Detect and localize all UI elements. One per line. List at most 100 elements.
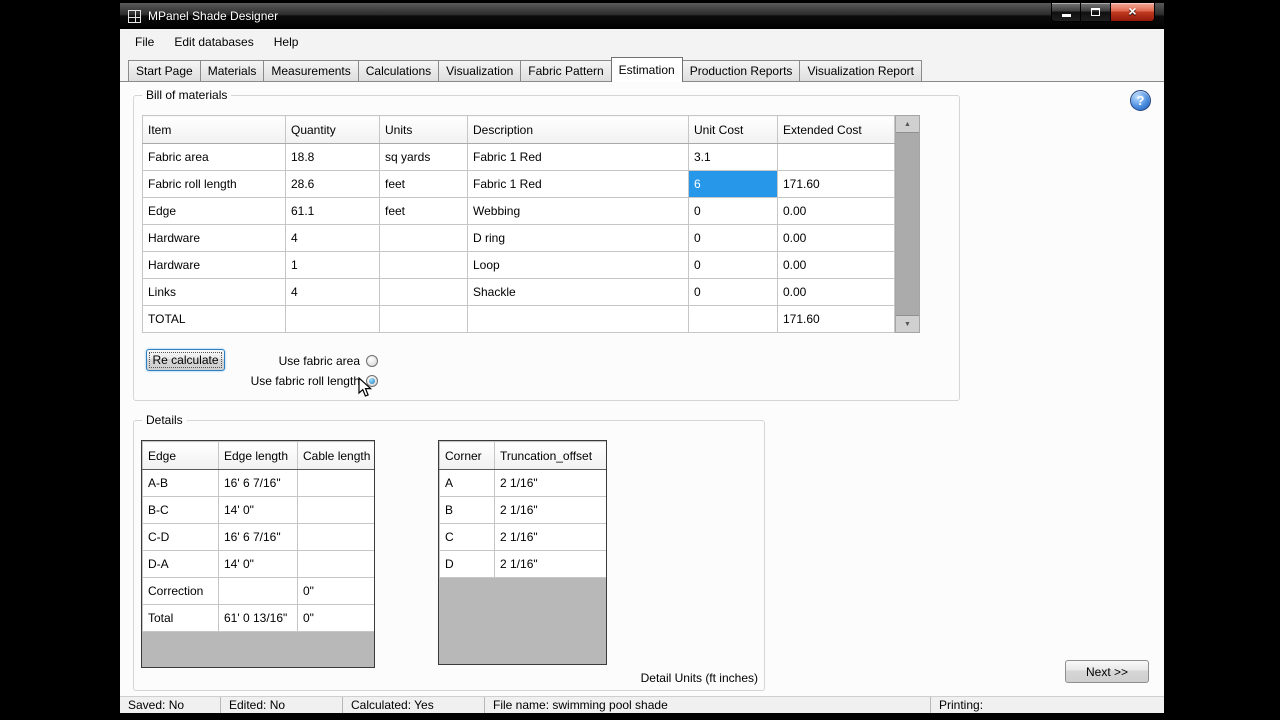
column-header: Units — [379, 115, 468, 144]
column-header: Unit Cost — [688, 115, 778, 144]
use-fabric-area-option[interactable]: Use fabric area — [230, 351, 378, 371]
grid-cell[interactable]: 18.8 — [285, 143, 380, 171]
grid-cell[interactable]: 0 — [688, 278, 778, 306]
grid-cell[interactable]: sq yards — [379, 143, 468, 171]
grid-cell[interactable]: Fabric area — [142, 143, 286, 171]
grid-cell[interactable]: Edge — [142, 197, 286, 225]
details-group: Details Edge Edge length Cable length A-B 1… — [133, 413, 765, 691]
question-icon: ? — [1136, 93, 1145, 108]
grid-cell: C-D — [142, 523, 219, 551]
grid-cell[interactable] — [467, 305, 689, 333]
use-fabric-roll-length-option[interactable]: Use fabric roll length — [230, 371, 378, 391]
grid-cell[interactable]: Fabric 1 Red — [467, 143, 689, 171]
scroll-up-icon[interactable]: ▲ — [896, 116, 919, 132]
grid-cell[interactable]: 0.00 — [777, 251, 895, 279]
scroll-down-icon[interactable]: ▼ — [896, 316, 919, 332]
next-button[interactable]: Next >> — [1065, 660, 1149, 683]
grid-cell[interactable]: 4 — [285, 278, 380, 306]
tab-fabric-pattern[interactable]: Fabric Pattern — [520, 60, 612, 81]
menu-edit-databases[interactable]: Edit databases — [164, 29, 263, 55]
grid-cell[interactable]: TOTAL — [142, 305, 286, 333]
grid-cell[interactable]: Hardware — [142, 251, 286, 279]
table-row: A-B 16' 6 7/16" — [142, 469, 374, 497]
grid-cell[interactable]: D ring — [467, 224, 689, 252]
edge-table: Edge Edge length Cable length A-B 16' 6 7/1… — [142, 441, 374, 632]
menu-help[interactable]: Help — [264, 29, 309, 55]
status-printing: Printing: — [930, 697, 1164, 713]
grid-cell[interactable]: Shackle — [467, 278, 689, 306]
grid-cell[interactable] — [379, 305, 468, 333]
grid-cell: 16' 6 7/16" — [218, 469, 298, 497]
tab-strip: Start Page Materials Measurements Calculati… — [120, 55, 1164, 82]
grid-cell: D — [439, 550, 495, 578]
grid-cell: B — [439, 496, 495, 524]
help-button[interactable]: ? — [1130, 90, 1151, 111]
tab-visualization-report[interactable]: Visualization Report — [799, 60, 922, 81]
grid-cell[interactable]: 0 — [688, 197, 778, 225]
grid-cell: 0" — [297, 577, 374, 605]
tab-production-reports[interactable]: Production Reports — [681, 60, 801, 81]
grid-cell: 61' 0 13/16" — [218, 604, 298, 632]
tab-measurements[interactable]: Measurements — [263, 60, 359, 81]
minimize-icon — [1061, 14, 1071, 17]
grid-cell[interactable] — [285, 305, 380, 333]
grid-cell[interactable]: feet — [379, 170, 468, 198]
grid-cell[interactable]: Webbing — [467, 197, 689, 225]
grid-cell[interactable] — [379, 251, 468, 279]
tab-materials[interactable]: Materials — [199, 60, 265, 81]
column-header: Corner — [439, 441, 495, 470]
table-row: Edge 61.1 feet Webbing 0 0.00 — [142, 197, 895, 225]
use-fabric-area-radio[interactable] — [366, 355, 378, 367]
calculation-mode-radios: Use fabric area Use fabric roll length — [230, 351, 378, 391]
table-row: Links 4 Shackle 0 0.00 — [142, 278, 895, 306]
grid-cell[interactable]: Links — [142, 278, 286, 306]
maximize-button[interactable] — [1081, 3, 1110, 22]
grid-cell[interactable]: 6 — [688, 170, 778, 198]
tab-start-page[interactable]: Start Page — [128, 60, 201, 81]
tab-estimation[interactable]: Estimation — [610, 57, 683, 82]
grid-cell: 14' 0" — [218, 496, 298, 524]
grid-cell[interactable] — [777, 143, 895, 171]
column-header: Extended Cost — [777, 115, 895, 144]
close-icon: × — [1128, 3, 1137, 19]
grid-cell[interactable]: 0.00 — [777, 224, 895, 252]
grid-cell[interactable]: 3.1 — [688, 143, 778, 171]
grid-cell[interactable]: feet — [379, 197, 468, 225]
grid-cell — [297, 523, 374, 551]
grid-cell[interactable]: Fabric 1 Red — [467, 170, 689, 198]
title-bar[interactable]: MPanel Shade Designer × — [120, 3, 1164, 29]
grid-cell[interactable]: 0 — [688, 251, 778, 279]
grid-cell[interactable]: 0.00 — [777, 278, 895, 306]
grid-cell[interactable] — [688, 305, 778, 333]
grid-cell[interactable]: 0 — [688, 224, 778, 252]
grid-cell[interactable] — [379, 224, 468, 252]
table-row: Total 61' 0 13/16" 0" — [142, 604, 374, 632]
grid-cell[interactable]: Hardware — [142, 224, 286, 252]
grid-cell[interactable]: 4 — [285, 224, 380, 252]
table-row: Correction 0" — [142, 577, 374, 605]
grid-cell[interactable]: 1 — [285, 251, 380, 279]
menu-file[interactable]: File — [125, 29, 164, 55]
tab-visualization[interactable]: Visualization — [438, 60, 522, 81]
grid-cell[interactable]: 171.60 — [777, 305, 895, 333]
maximize-icon — [1091, 8, 1100, 16]
minimize-button[interactable] — [1051, 3, 1081, 22]
close-button[interactable]: × — [1110, 3, 1155, 22]
grid-cell: 14' 0" — [218, 550, 298, 578]
tab-calculations[interactable]: Calculations — [357, 60, 440, 81]
grid-cell[interactable]: 28.6 — [285, 170, 380, 198]
status-calculated: Calculated: Yes — [342, 697, 484, 713]
estimation-page: Bill of materials Item Quantity Units Descr… — [120, 81, 1164, 696]
grid-cell[interactable]: Loop — [467, 251, 689, 279]
grid-cell[interactable]: 61.1 — [285, 197, 380, 225]
grid-cell[interactable]: 0.00 — [777, 197, 895, 225]
grid-cell[interactable]: 171.60 — [777, 170, 895, 198]
vertical-scrollbar[interactable]: ▲ ▼ — [895, 115, 920, 333]
status-edited: Edited: No — [220, 697, 342, 713]
grid-cell: 0" — [297, 604, 374, 632]
corner-table-container: Corner Truncation_offset A2 1/16" B 2 1/16"… — [438, 440, 607, 665]
scrollbar-thumb[interactable] — [896, 132, 919, 316]
grid-cell[interactable]: Fabric roll length — [142, 170, 286, 198]
grid-cell[interactable] — [379, 278, 468, 306]
recalculate-button[interactable]: Re calculate — [146, 349, 225, 371]
